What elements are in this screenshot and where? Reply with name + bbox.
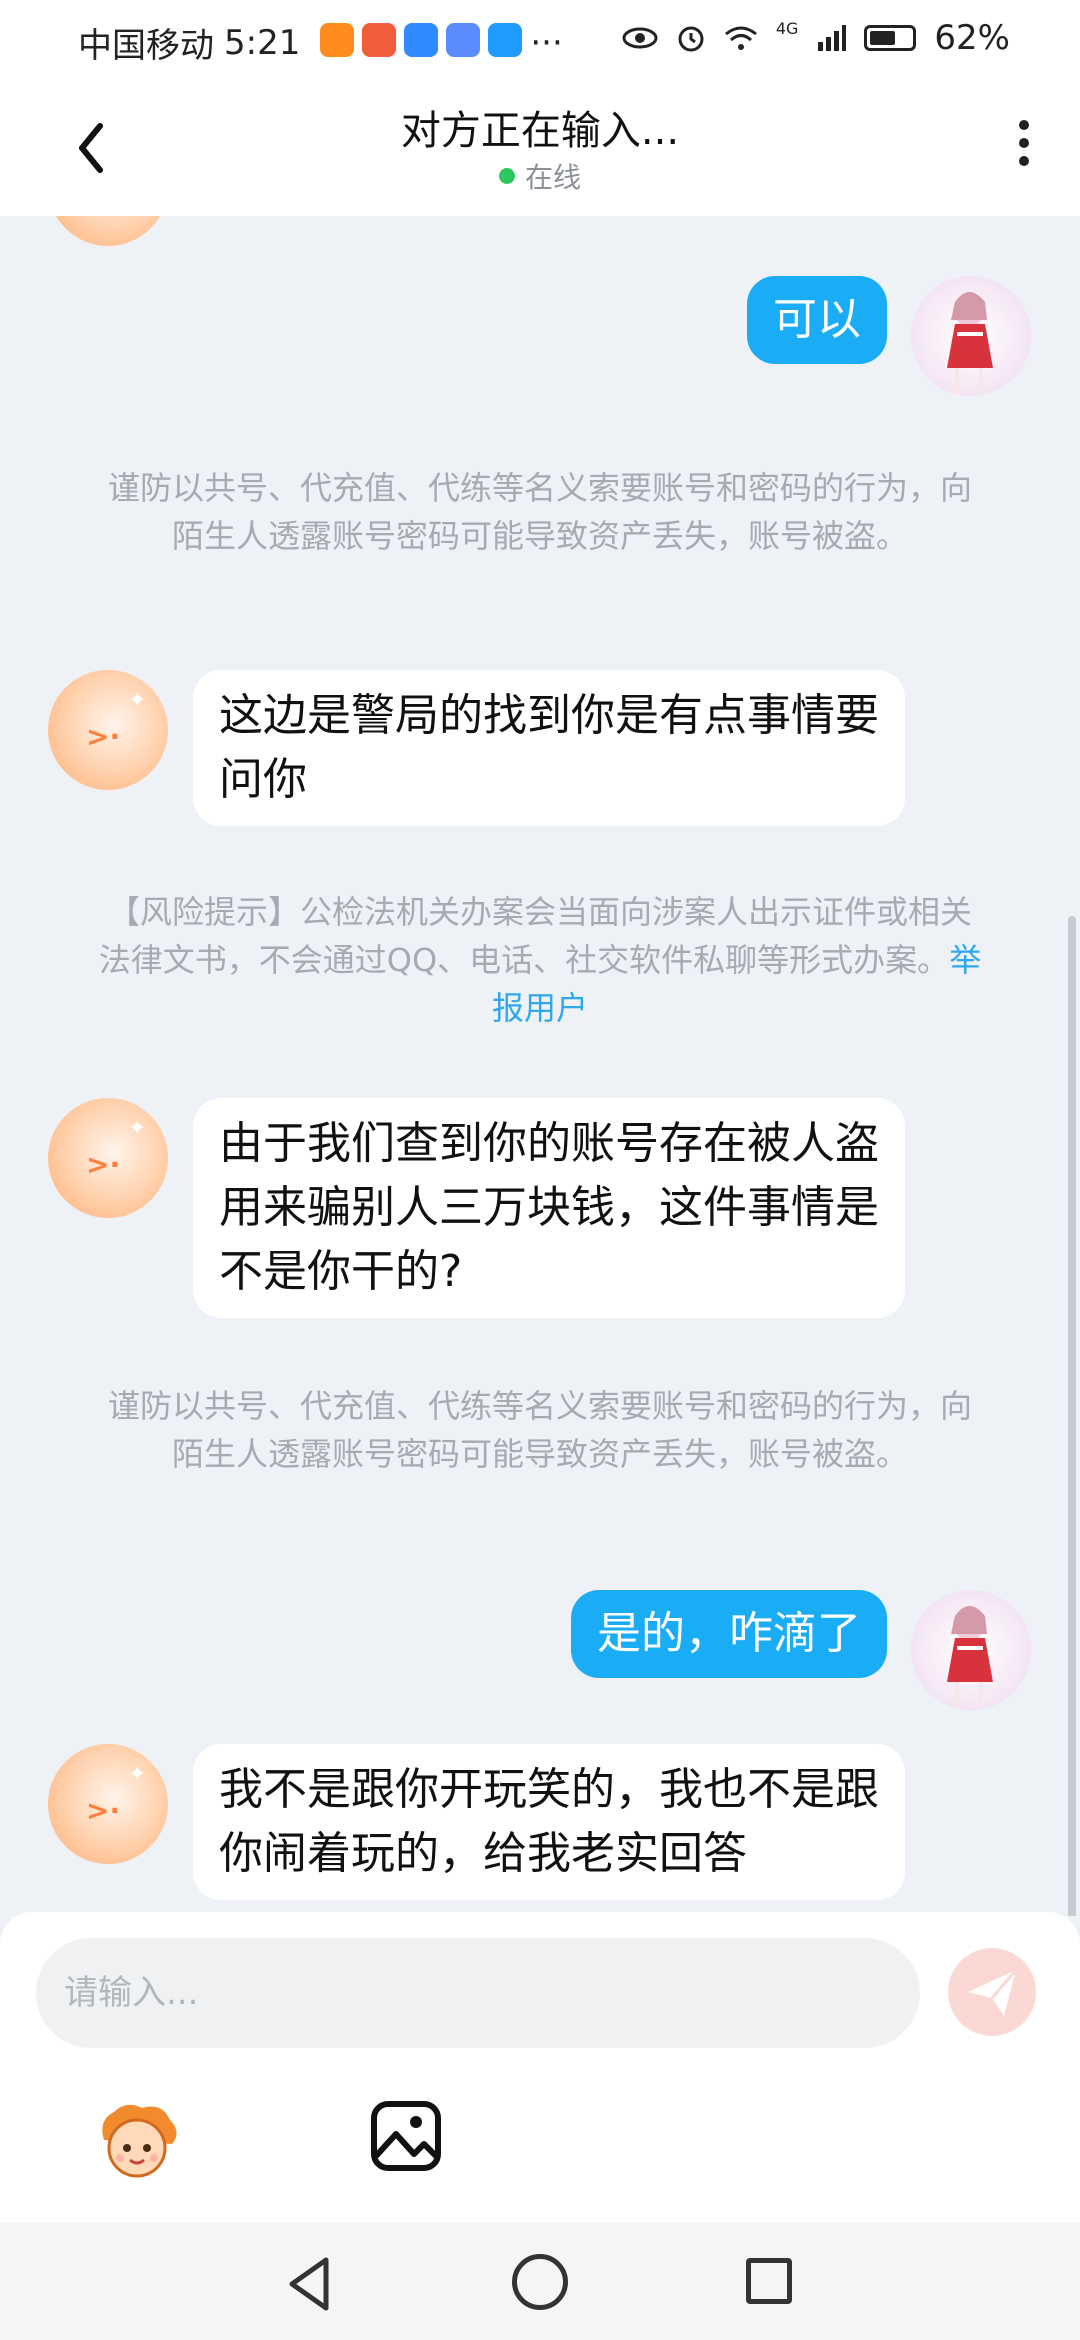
- message-bubble-outgoing[interactable]: 可以: [747, 276, 887, 364]
- anime-girl-avatar-icon: [947, 292, 993, 394]
- contact-avatar[interactable]: >·: [48, 216, 168, 246]
- shop-app-icon: [362, 22, 397, 57]
- weather-app-icon: [404, 22, 439, 57]
- wifi-icon: [724, 26, 757, 50]
- notification-icons: ···: [320, 22, 563, 63]
- chat-title: 对方正在输入...: [400, 108, 680, 154]
- status-left: 中国移动 5:21 ···: [78, 18, 563, 67]
- contact-avatar[interactable]: >· ✦: [48, 670, 168, 790]
- video-app-icon: [320, 22, 355, 57]
- signal-icon: [818, 25, 847, 51]
- avatar-face: >·: [86, 720, 121, 753]
- risk-notice: 【风险提示】公检法机关办案会当面向涉案人出示证件或相关法律文书，不会通过QQ、电…: [95, 888, 985, 1032]
- scrollbar[interactable]: [1068, 916, 1076, 1916]
- anime-girl-avatar-icon: [947, 1606, 993, 1708]
- message-bubble-outgoing[interactable]: 是的，咋滴了: [571, 1590, 887, 1678]
- risk-notice-text: 【风险提示】公检法机关办案会当面向涉案人出示证件或相关法律文书，不会通过QQ、电…: [98, 893, 972, 979]
- message-bubble-incoming[interactable]: 我不是跟你开玩笑的，我也不是跟你闹着玩的，给我老实回答: [193, 1744, 905, 1900]
- alarm-icon: [678, 26, 704, 52]
- security-notice: 谨防以共号、代充值、代练等名义索要账号和密码的行为，向陌生人透露账号密码可能导致…: [107, 1387, 972, 1473]
- chat-header: 对方正在输入... 在线: [0, 78, 1080, 216]
- chat-messages[interactable]: >· 可以 谨防以共号、代充值、代练等名义索要账号和密码的行为，向陌生人透露账号…: [0, 216, 1080, 1916]
- battery-fill: [870, 31, 896, 45]
- image-button[interactable]: [368, 2098, 444, 2174]
- online-label: 在线: [524, 161, 581, 194]
- battery-icon: [864, 25, 917, 51]
- online-status: 在线: [0, 156, 1080, 196]
- contact-avatar[interactable]: >· ✦: [48, 1744, 168, 1864]
- more-icon: [1019, 120, 1029, 130]
- battery-percent: 62%: [934, 18, 1010, 58]
- search-app-icon: [488, 22, 523, 57]
- carrier: 中国移动: [78, 26, 214, 66]
- security-notice: 谨防以共号、代充值、代练等名义索要账号和密码的行为，向陌生人透露账号密码可能导致…: [107, 469, 972, 555]
- message-bubble-incoming[interactable]: 由于我们查到你的账号存在被人盗用来骗别人三万块钱，这件事情是不是你干的?: [193, 1098, 905, 1318]
- my-avatar[interactable]: [911, 276, 1031, 396]
- nav-back-icon: [289, 2257, 329, 2311]
- more-notifications: ···: [530, 22, 563, 63]
- nav-recent-button[interactable]: [746, 2258, 792, 2304]
- nav-home-button[interactable]: [512, 2254, 568, 2310]
- emoji-button[interactable]: [92, 2098, 182, 2184]
- image-icon: [371, 2101, 441, 2171]
- online-dot: [498, 168, 515, 184]
- send-icon: [968, 1969, 1018, 2016]
- emoji-icon: [102, 2104, 177, 2178]
- system-nav-bar: [0, 2222, 1080, 2340]
- input-panel: [0, 1912, 1080, 2222]
- more-options-button[interactable]: [1004, 112, 1044, 192]
- contact-avatar[interactable]: >· ✦: [48, 1098, 168, 1218]
- send-button[interactable]: [948, 1948, 1036, 2036]
- message-input[interactable]: [36, 1938, 920, 2048]
- nav-back-button[interactable]: [282, 2254, 342, 2314]
- clock: 5:21: [224, 22, 301, 63]
- my-avatar[interactable]: [911, 1590, 1031, 1710]
- eye-icon: [622, 27, 658, 49]
- music-app-icon: [446, 22, 481, 57]
- message-bubble-incoming[interactable]: 这边是警局的找到你是有点事情要问你: [193, 670, 905, 826]
- network-type: 4G: [775, 18, 799, 38]
- status-right: 4G 62%: [622, 18, 1010, 58]
- status-bar: 中国移动 5:21 ··· 4G 62%: [0, 0, 1080, 78]
